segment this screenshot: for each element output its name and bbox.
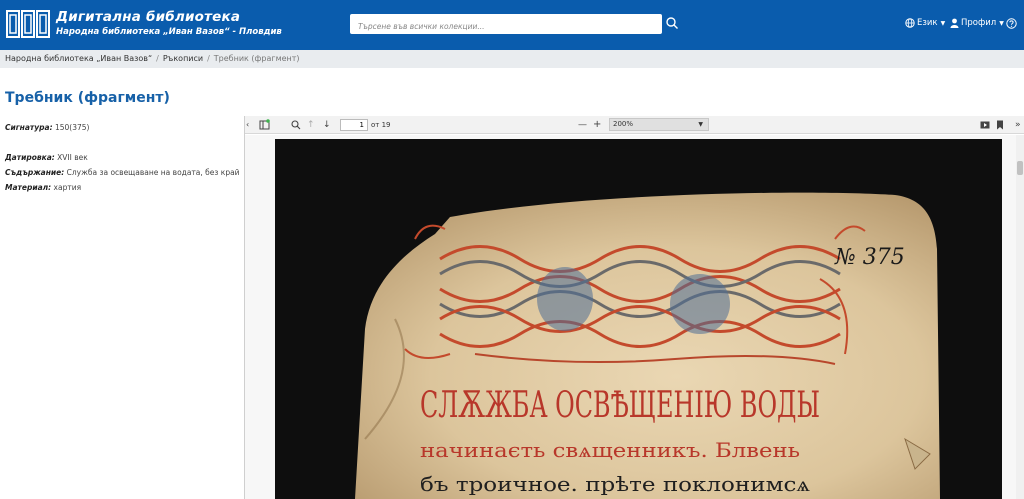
breadcrumb-item-manuscripts[interactable]: Ръкописи (163, 54, 203, 63)
profile-label: Профил (961, 18, 997, 28)
page-total: от 19 (371, 121, 391, 129)
field-label: Датировка: (5, 153, 55, 162)
manuscript-page-image: № 375 СЛѪЖБА ОСВѢЩЕНІЮ ВОДЫ начинаєть св… (275, 139, 1002, 499)
zoom-select[interactable]: 200% ▼ (609, 118, 709, 131)
viewer-toolbar: ‹ ↑ ↓ от 19 — + 200% ▼ » (245, 116, 1024, 134)
site-header: Дигитална библиотека Народна библиотека … (0, 0, 1024, 50)
zoom-out-button[interactable]: — (578, 118, 587, 132)
manuscript-heading: СЛѪЖБА ОСВѢЩЕНІЮ ВОДЫ (420, 385, 820, 426)
zoom-value: 200% (613, 120, 634, 128)
breadcrumb-separator: / (207, 54, 210, 63)
field-value: хартия (53, 183, 82, 192)
manuscript-line-2: бъ троичное. прѣте поклонимсѧ (420, 472, 810, 496)
field-material: Материал: хартия (5, 183, 81, 192)
search-box (350, 14, 662, 37)
site-subtitle: Народна библиотека „Иван Вазов“ - Пловди… (56, 27, 282, 37)
field-signature: Сигнатура: 150(375) (5, 123, 89, 132)
viewer-scrollbar[interactable] (1016, 135, 1024, 499)
bookmark-icon[interactable] (996, 120, 1004, 130)
page-number-input[interactable] (340, 119, 368, 131)
chevron-down-icon: ▼ (999, 19, 1004, 27)
globe-icon (905, 18, 915, 28)
profile-menu[interactable]: Профил ▼ (950, 18, 1004, 28)
sidebar-toggle-icon[interactable] (259, 119, 270, 130)
site-title: Дигитална библиотека (56, 9, 241, 25)
breadcrumb-item-library[interactable]: Народна библиотека „Иван Вазов“ (5, 54, 152, 63)
next-page-icon[interactable]: ↓ (323, 118, 331, 132)
more-tools-icon[interactable]: » (1015, 118, 1021, 132)
language-label: Език (917, 18, 938, 28)
field-value: Служба за освещаване на водата, без край (66, 168, 240, 177)
library-logo-icon[interactable] (6, 10, 50, 38)
help-icon[interactable] (1006, 18, 1017, 29)
manuscript-number: № 375 (834, 245, 905, 270)
language-menu[interactable]: Език ▼ (905, 18, 945, 28)
search-icon[interactable] (665, 16, 679, 30)
field-label: Съдържание: (5, 168, 65, 177)
chevron-down-icon: ▼ (940, 19, 946, 27)
field-value: 150(375) (54, 123, 90, 132)
brand-block[interactable]: Дигитална библиотека Народна библиотека … (56, 9, 282, 38)
breadcrumb-current: Требник (фрагмент) (213, 54, 300, 63)
field-label: Сигнатура: (5, 123, 53, 132)
chevron-left-icon[interactable]: ‹ (246, 118, 249, 132)
viewer-canvas: № 375 СЛѪЖБА ОСВѢЩЕНІЮ ВОДЫ начинаєть св… (245, 135, 1024, 499)
field-label: Материал: (5, 183, 52, 192)
presentation-mode-icon[interactable] (980, 120, 990, 130)
breadcrumb: Народна библиотека „Иван Вазов“ / Ръкописи… (0, 50, 1024, 68)
manuscript-line-1: начинаєть свѧщенникъ. Блвень (420, 438, 800, 462)
previous-page-icon[interactable]: ↑ (307, 118, 315, 132)
breadcrumb-separator: / (156, 54, 159, 63)
field-value: XVII век (57, 153, 88, 162)
user-icon (950, 18, 959, 28)
chevron-down-icon: ▼ (698, 121, 703, 128)
search-input[interactable] (350, 16, 662, 37)
scrollbar-thumb[interactable] (1017, 161, 1023, 175)
field-content: Съдържание: Служба за освещаване на вода… (5, 168, 240, 177)
zoom-in-button[interactable]: + (593, 118, 601, 132)
find-icon[interactable] (291, 120, 301, 130)
field-dating: Датировка: XVII век (5, 153, 88, 162)
page-title: Требник (фрагмент) (5, 90, 170, 106)
pdf-viewer: ‹ ↑ ↓ от 19 — + 200% ▼ » (244, 116, 1024, 499)
